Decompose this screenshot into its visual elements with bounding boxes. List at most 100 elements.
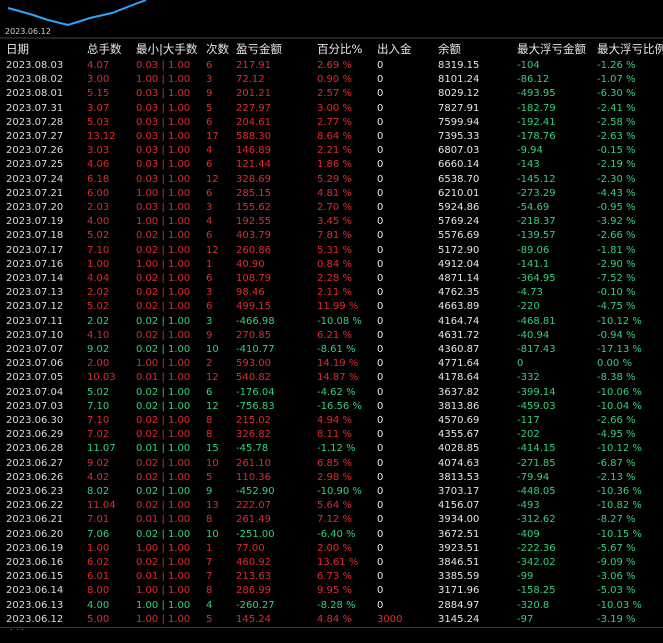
table-row[interactable]: 2023.07.24 6.18 0.03 | 1.00 12 328.69 5.29 % 0…: [0, 172, 663, 187]
cell-max-floating-loss: -89.06: [517, 244, 550, 256]
table-row[interactable]: 2023.06.26 4.02 0.02 | 1.00 5 110.36 2.98 % 0 3…: [0, 470, 663, 485]
table-row[interactable]: 2023.06.16 6.02 0.02 | 1.00 7 460.92 13.61 % 0…: [0, 555, 663, 570]
cell-min-max-lots: 0.02 | 1.00: [136, 500, 191, 512]
cell-deposit: 0: [377, 400, 384, 412]
cell-max-floating-loss-pct: -2.30 %: [597, 173, 636, 185]
equity-line: [7, 0, 147, 27]
header-date[interactable]: 日期: [6, 41, 86, 58]
cell-min-max-lots: 0.02 | 1.00: [136, 244, 191, 256]
table-row[interactable]: 2023.06.29 7.02 0.02 | 1.00 8 326.82 8.11 % 0 4…: [0, 427, 663, 442]
header-count[interactable]: 次数: [206, 41, 236, 58]
cell-total-lots: 4.02: [87, 471, 110, 483]
cell-percent: 13.61 %: [317, 557, 359, 568]
cell-deposit: 0: [377, 500, 384, 512]
header-total-lots[interactable]: 总手数: [87, 41, 135, 58]
table-row[interactable]: 2023.06.22 11.04 0.02 | 1.00 13 222.07 5.64 %…: [0, 498, 663, 513]
cell-pnl: -756.83: [236, 400, 275, 412]
table-row[interactable]: 2023.07.19 4.00 1.00 | 1.00 4 192.55 3.45 % 0 5…: [0, 214, 663, 229]
table-row[interactable]: 2023.07.14 4.04 0.02 | 1.00 6 108.79 2.28 % 0 4…: [0, 271, 663, 286]
cell-percent: 4.94 %: [317, 415, 352, 426]
table-row[interactable]: 2023.07.06 2.00 1.00 | 1.00 2 593.00 14.19 % 0…: [0, 356, 663, 371]
cell-max-floating-loss-pct: -10.12 %: [597, 315, 642, 327]
header-balance[interactable]: 余额: [438, 41, 516, 58]
cell-pnl: 215.02: [236, 415, 271, 426]
cell-date: 2023.06.29: [6, 429, 64, 441]
cell-count: 3: [206, 202, 213, 213]
table-row[interactable]: 2023.07.07 9.02 0.02 | 1.00 10 -410.77 -8.61 …: [0, 342, 663, 357]
table-row[interactable]: 2023.07.21 6.00 1.00 | 1.00 6 285.15 4.81 % 0 6…: [0, 186, 663, 201]
cell-count: 6: [206, 230, 213, 242]
table-row[interactable]: 2023.06.19 1.00 1.00 | 1.00 1 77.00 2.00 % 0 39…: [0, 541, 663, 556]
table-row[interactable]: 2023.07.18 5.02 0.02 | 1.00 6 403.79 7.81 % 0 5…: [0, 228, 663, 243]
header-deposit[interactable]: 出入金: [377, 41, 437, 58]
cell-max-floating-loss: -104: [517, 60, 540, 71]
cell-deposit: 0: [377, 273, 384, 284]
cell-deposit: 0: [377, 486, 384, 497]
cell-date: 2023.07.16: [6, 258, 64, 270]
table-row[interactable]: 2023.07.26 3.03 0.03 | 1.00 4 146.89 2.21 % 0 6…: [0, 143, 663, 158]
table-row[interactable]: 2023.07.25 4.06 0.03 | 1.00 6 121.44 1.86 % 0 6…: [0, 157, 663, 172]
cell-count: 2: [206, 358, 213, 370]
table-row[interactable]: 2023.06.28 11.07 0.01 | 1.00 15 -45.78 -1.12 …: [0, 441, 663, 456]
table-row[interactable]: 2023.08.03 4.07 0.03 | 1.00 6 217.91 2.69 % 0 8…: [0, 58, 663, 73]
table-row[interactable]: 2023.06.12 5.00 1.00 | 1.00 5 145.24 4.84 % 30…: [0, 612, 663, 627]
cell-max-floating-loss: -332: [517, 372, 540, 384]
cell-percent: -10.08 %: [317, 315, 362, 327]
table-row[interactable]: 2023.06.14 8.00 1.00 | 1.00 8 286.99 9.95 % 0 3…: [0, 583, 663, 598]
cell-min-max-lots: 0.01 | 1.00: [136, 571, 191, 583]
cell-percent: 8.11 %: [317, 429, 352, 441]
table-row[interactable]: 2023.07.17 7.10 0.02 | 1.00 12 260.86 5.31 % 0…: [0, 243, 663, 258]
cell-count: 5: [206, 613, 213, 625]
table-row[interactable]: 2023.06.30 7.10 0.02 | 1.00 8 215.02 4.94 % 0 4…: [0, 413, 663, 428]
table-row[interactable]: 2023.07.03 7.10 0.02 | 1.00 12 -756.83 -16.56…: [0, 399, 663, 414]
table-row[interactable]: 2023.06.13 4.00 1.00 | 1.00 4 -260.27 -8.28 %…: [0, 598, 663, 613]
cell-pnl: 98.46: [236, 287, 265, 299]
cell-max-floating-loss-pct: -10.03 %: [597, 599, 642, 611]
table-row[interactable]: 2023.07.05 10.03 0.01 | 1.00 12 540.82 14.87 …: [0, 370, 663, 385]
cell-date: 2023.06.27: [6, 457, 64, 469]
table-row[interactable]: 2023.07.13 2.02 0.02 | 1.00 3 98.46 2.11 % 0 47…: [0, 285, 663, 300]
cell-max-floating-loss-pct: -2.41 %: [597, 102, 636, 114]
cell-percent: 2.11 %: [317, 287, 352, 299]
cell-total-lots: 3.03: [87, 145, 110, 157]
table-row[interactable]: 2023.07.20 2.03 0.03 | 1.00 3 155.62 2.70 % 0 5…: [0, 200, 663, 215]
table-row[interactable]: 2023.06.21 7.01 0.01 | 1.00 8 261.49 7.12 % 0 3…: [0, 512, 663, 527]
header-max-floating-loss[interactable]: 最大浮亏金额: [517, 41, 595, 58]
header-max-floating-loss-pct[interactable]: 最大浮亏比例: [597, 41, 663, 58]
table-row[interactable]: 2023.07.11 2.02 0.02 | 1.00 3 -466.98 -10.08 …: [0, 314, 663, 329]
table-row[interactable]: 2023.08.01 5.15 0.03 | 1.00 9 201.21 2.57 % 0 8…: [0, 86, 663, 101]
table-row[interactable]: 2023.06.27 9.02 0.02 | 1.00 10 261.10 6.85 % 0…: [0, 456, 663, 471]
cell-max-floating-loss-pct: -10.82 %: [597, 500, 642, 512]
cell-count: 8: [206, 415, 213, 426]
table-row[interactable]: 2023.08.02 3.00 1.00 | 1.00 3 72.12 0.90 % 0 81…: [0, 72, 663, 87]
header-percent[interactable]: 百分比%: [317, 41, 375, 58]
header-pnl[interactable]: 盈亏金额: [236, 41, 316, 58]
table-row[interactable]: 2023.07.04 5.02 0.02 | 1.00 6 -176.04 -4.62 %…: [0, 385, 663, 400]
cell-max-floating-loss: -448.05: [517, 486, 556, 497]
cell-count: 12: [206, 173, 219, 185]
cell-max-floating-loss: -178.76: [517, 131, 556, 142]
cell-balance: 4570.69: [438, 415, 480, 426]
cell-pnl: 326.82: [236, 429, 271, 441]
cell-total-lots: 3.07: [87, 102, 110, 114]
cell-max-floating-loss-pct: -8.38 %: [597, 372, 636, 384]
cell-pnl: 285.15: [236, 187, 271, 199]
cell-date: 2023.06.30: [6, 415, 64, 426]
header-min-max-lots[interactable]: 最小|大手数: [136, 41, 206, 58]
cell-balance: 5769.24: [438, 216, 480, 228]
table-row[interactable]: 2023.07.28 5.03 0.03 | 1.00 6 204.61 2.77 % 0 7…: [0, 115, 663, 130]
cell-date: 2023.07.06: [6, 358, 64, 370]
table-row[interactable]: 2023.07.27 13.12 0.03 | 1.00 17 588.30 8.64 %…: [0, 129, 663, 144]
table-row[interactable]: 2023.06.15 6.01 0.01 | 1.00 7 213.63 6.73 % 0 3…: [0, 569, 663, 584]
cell-deposit: 0: [377, 88, 384, 100]
table-row[interactable]: 2023.06.20 7.06 0.02 | 1.00 10 -251.00 -6.40 …: [0, 527, 663, 542]
table-row[interactable]: 2023.07.12 5.02 0.02 | 1.00 6 499.15 11.99 % 0…: [0, 299, 663, 314]
cell-max-floating-loss: -312.62: [517, 514, 556, 526]
cell-total-lots: 5.00: [87, 613, 110, 625]
cell-count: 9: [206, 329, 213, 341]
table-row[interactable]: 2023.06.23 8.02 0.02 | 1.00 9 -452.90 -10.90 …: [0, 484, 663, 499]
cell-percent: 2.98 %: [317, 471, 352, 483]
table-row[interactable]: 2023.07.31 3.07 0.03 | 1.00 5 227.97 3.00 % 0 7…: [0, 101, 663, 116]
table-row[interactable]: 2023.07.10 4.10 0.02 | 1.00 9 270.85 6.21 % 0 4…: [0, 328, 663, 343]
table-row[interactable]: 2023.07.16 1.00 1.00 | 1.00 1 40.90 0.84 % 0 49…: [0, 257, 663, 272]
